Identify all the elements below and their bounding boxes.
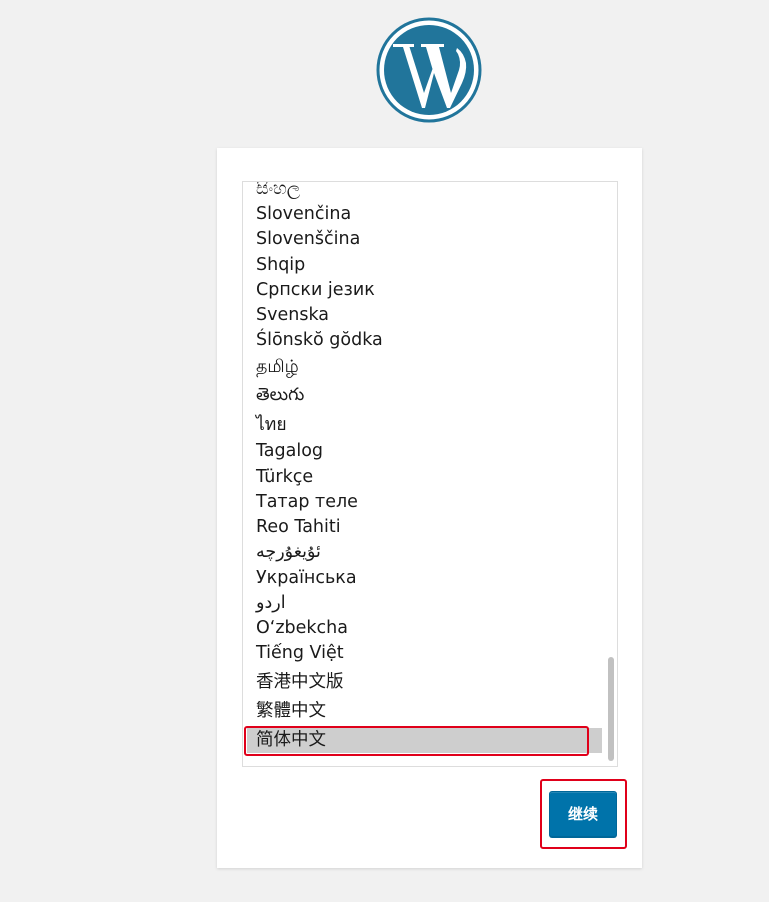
wordpress-logo-icon bbox=[376, 17, 482, 123]
language-option[interactable]: Tiếng Việt bbox=[247, 641, 602, 666]
language-option[interactable]: Reo Tahiti bbox=[247, 515, 602, 540]
wordpress-logo bbox=[376, 17, 482, 123]
language-option[interactable]: Татар теле bbox=[247, 490, 602, 515]
language-option[interactable]: 香港中文版 bbox=[247, 670, 602, 695]
language-option[interactable]: Shqip bbox=[247, 253, 602, 278]
language-option[interactable]: Slovenščina bbox=[247, 227, 602, 252]
language-option[interactable]: ไทย bbox=[247, 413, 602, 438]
language-option[interactable]: Українська bbox=[247, 566, 602, 591]
selected-option-highlight bbox=[244, 726, 589, 756]
language-panel: සිංහල Slovenčina Slovenščina Shqip Српск… bbox=[217, 148, 642, 868]
language-option[interactable]: සිංහල bbox=[247, 182, 602, 202]
continue-button[interactable]: 继续 bbox=[549, 791, 617, 837]
language-option[interactable]: తెలుగు bbox=[247, 383, 602, 408]
language-select[interactable]: සිංහල Slovenčina Slovenščina Shqip Српск… bbox=[242, 181, 618, 767]
language-options: සිංහල Slovenčina Slovenščina Shqip Српск… bbox=[243, 182, 604, 766]
scrollbar-thumb[interactable] bbox=[608, 657, 614, 761]
list-scrollbar[interactable] bbox=[605, 182, 617, 766]
language-option[interactable]: Slovenčina bbox=[247, 202, 602, 227]
language-option[interactable]: 繁體中文 bbox=[247, 699, 602, 724]
language-option[interactable]: Türkçe bbox=[247, 465, 602, 490]
language-option[interactable]: O‘zbekcha bbox=[247, 616, 602, 641]
language-option[interactable]: Ślōnskŏ gŏdka bbox=[247, 328, 602, 353]
language-option[interactable]: Српски језик bbox=[247, 278, 602, 303]
language-option[interactable]: ئۇيغۇرچە bbox=[247, 540, 602, 565]
language-option[interactable]: اردو bbox=[247, 591, 602, 616]
language-option[interactable]: Svenska bbox=[247, 303, 602, 328]
language-option[interactable]: தமிழ் bbox=[247, 355, 602, 380]
language-option[interactable]: Tagalog bbox=[247, 439, 602, 464]
